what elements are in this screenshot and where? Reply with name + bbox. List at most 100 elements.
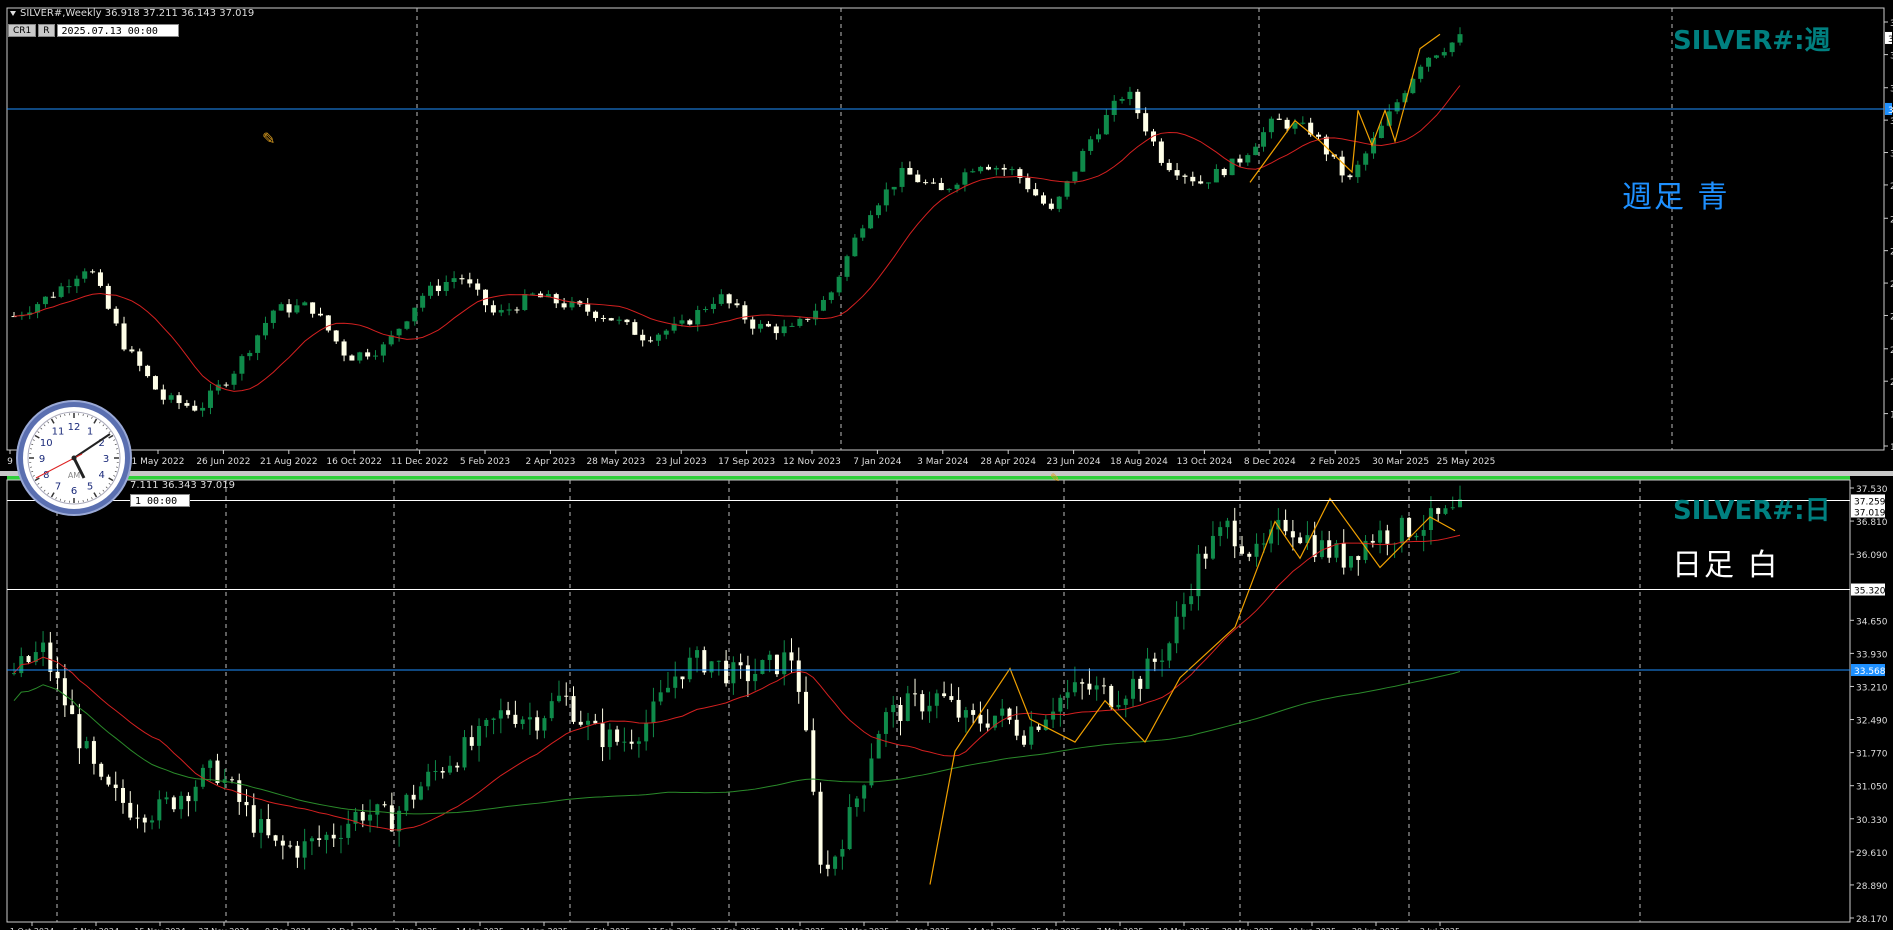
x-tick-label: 28 Apr 2024 xyxy=(980,457,1036,467)
candle-body xyxy=(1123,698,1128,705)
candle-body xyxy=(160,389,166,400)
candle-body xyxy=(695,650,700,658)
candle-body xyxy=(455,765,460,768)
zigzag-line xyxy=(1249,33,1441,183)
candle-body xyxy=(651,701,656,723)
clock-widget[interactable]: 12 1 2 3 4 5 6 7 8 9 10 11 AM xyxy=(18,402,130,514)
candle-body xyxy=(726,294,732,304)
candle-body xyxy=(164,797,169,800)
candle-body xyxy=(1080,682,1085,684)
candle-body xyxy=(1349,556,1354,568)
candle-body xyxy=(869,758,874,786)
candle-body xyxy=(836,276,842,293)
r-button[interactable]: R xyxy=(38,24,55,37)
candle-body xyxy=(1221,168,1227,176)
candle-body xyxy=(522,294,528,310)
candle-body xyxy=(1080,150,1086,172)
daily-chart-canvas[interactable]: 37.530 36.810 36.090 34.650 33.930 33.210 32.4… xyxy=(0,476,1893,930)
candle-body xyxy=(1433,55,1439,58)
candle-body xyxy=(1051,711,1056,720)
daily-annotation: 日足 白 xyxy=(1672,548,1780,583)
candle-body xyxy=(192,405,198,411)
candle-body xyxy=(709,661,714,673)
candle-body xyxy=(66,286,72,288)
candle-body xyxy=(404,794,409,811)
candle-body xyxy=(963,710,968,718)
candle-body xyxy=(294,305,300,313)
candle-body xyxy=(396,328,402,336)
clock-number: 4 xyxy=(99,470,105,481)
date-input[interactable]: 2025.07.13 00:00 xyxy=(56,24,179,37)
candle-body xyxy=(1001,167,1007,170)
candle-body xyxy=(1096,134,1101,140)
collapse-triangle-icon[interactable] xyxy=(10,10,16,16)
candle-body xyxy=(738,662,743,666)
candle-body xyxy=(1103,114,1109,135)
candle-body xyxy=(805,318,811,320)
candle-body xyxy=(135,817,140,819)
clock-ampm: AM xyxy=(68,471,80,480)
moving-average-red xyxy=(13,534,1461,831)
candle-body xyxy=(1143,113,1149,132)
candle-body xyxy=(971,710,976,715)
daily-symbol-info: 7.111 36.343 37.019 xyxy=(130,480,235,491)
candle-body xyxy=(665,687,670,693)
candle-body xyxy=(716,660,721,662)
candle-body xyxy=(142,817,147,823)
candle-body xyxy=(899,167,905,187)
candle-body xyxy=(55,671,60,679)
candle-body xyxy=(578,721,583,725)
candle-body xyxy=(137,351,143,366)
candle-body xyxy=(1064,181,1070,197)
candle-body xyxy=(773,326,779,334)
candle-body xyxy=(923,182,929,184)
candle-body xyxy=(1009,169,1015,171)
candle-body xyxy=(215,760,220,783)
candle-body xyxy=(600,723,605,748)
clock-number: 6 xyxy=(71,486,77,497)
candle-body xyxy=(1407,517,1412,538)
candle-body xyxy=(632,322,638,335)
y-tick-label: 36.810 xyxy=(1856,518,1888,528)
candle-body xyxy=(171,797,176,810)
daily-date-input[interactable]: 1 00:00 xyxy=(130,494,190,507)
candle-body xyxy=(934,693,939,706)
candle-body xyxy=(514,309,520,311)
x-tick-label: 9 xyxy=(7,457,13,467)
candle-body xyxy=(382,804,387,806)
candle-body xyxy=(942,693,947,697)
daily-chart-pane[interactable]: 37.530 36.810 36.090 34.650 33.930 33.210 32.4… xyxy=(0,476,1893,930)
candle-body xyxy=(655,334,661,341)
x-tick-label: 23 Jun 2024 xyxy=(1047,457,1101,467)
cr1-button[interactable]: CR1 xyxy=(8,24,37,37)
candle-body xyxy=(418,786,423,800)
candle-body xyxy=(469,737,474,746)
candle-body xyxy=(930,182,936,184)
weekly-chart-pane[interactable]: 37.79536.21034.60033.02531.45029.87528.2… xyxy=(0,0,1893,472)
candle-body xyxy=(317,313,323,316)
crosshair-cursor-icon: ✎ xyxy=(262,129,276,148)
x-tick-label: 5 Feb 2023 xyxy=(460,457,510,467)
candle-body xyxy=(121,323,127,350)
weekly-chart-canvas[interactable]: 37.79536.21034.60033.02531.45029.87528.2… xyxy=(0,0,1893,472)
candle-body xyxy=(1145,658,1150,689)
candle-body xyxy=(1428,508,1433,531)
candle-body xyxy=(1261,132,1267,147)
candle-body xyxy=(854,798,859,808)
candle-body xyxy=(1206,182,1212,184)
candle-body xyxy=(1072,682,1077,693)
candle-body xyxy=(1441,52,1447,56)
candle-body xyxy=(1203,553,1208,559)
clock-number: 7 xyxy=(55,482,61,493)
candle-body xyxy=(280,840,285,846)
candle-body xyxy=(946,188,952,191)
y-tick-label: 33.210 xyxy=(1856,683,1888,693)
candle-body xyxy=(648,340,654,342)
candle-body xyxy=(128,802,133,818)
candle-body xyxy=(1283,519,1288,532)
candle-body xyxy=(745,665,750,682)
candle-body xyxy=(1065,692,1070,698)
candle-body xyxy=(962,172,968,185)
candle-body xyxy=(622,741,627,743)
candle-body xyxy=(1111,100,1117,115)
